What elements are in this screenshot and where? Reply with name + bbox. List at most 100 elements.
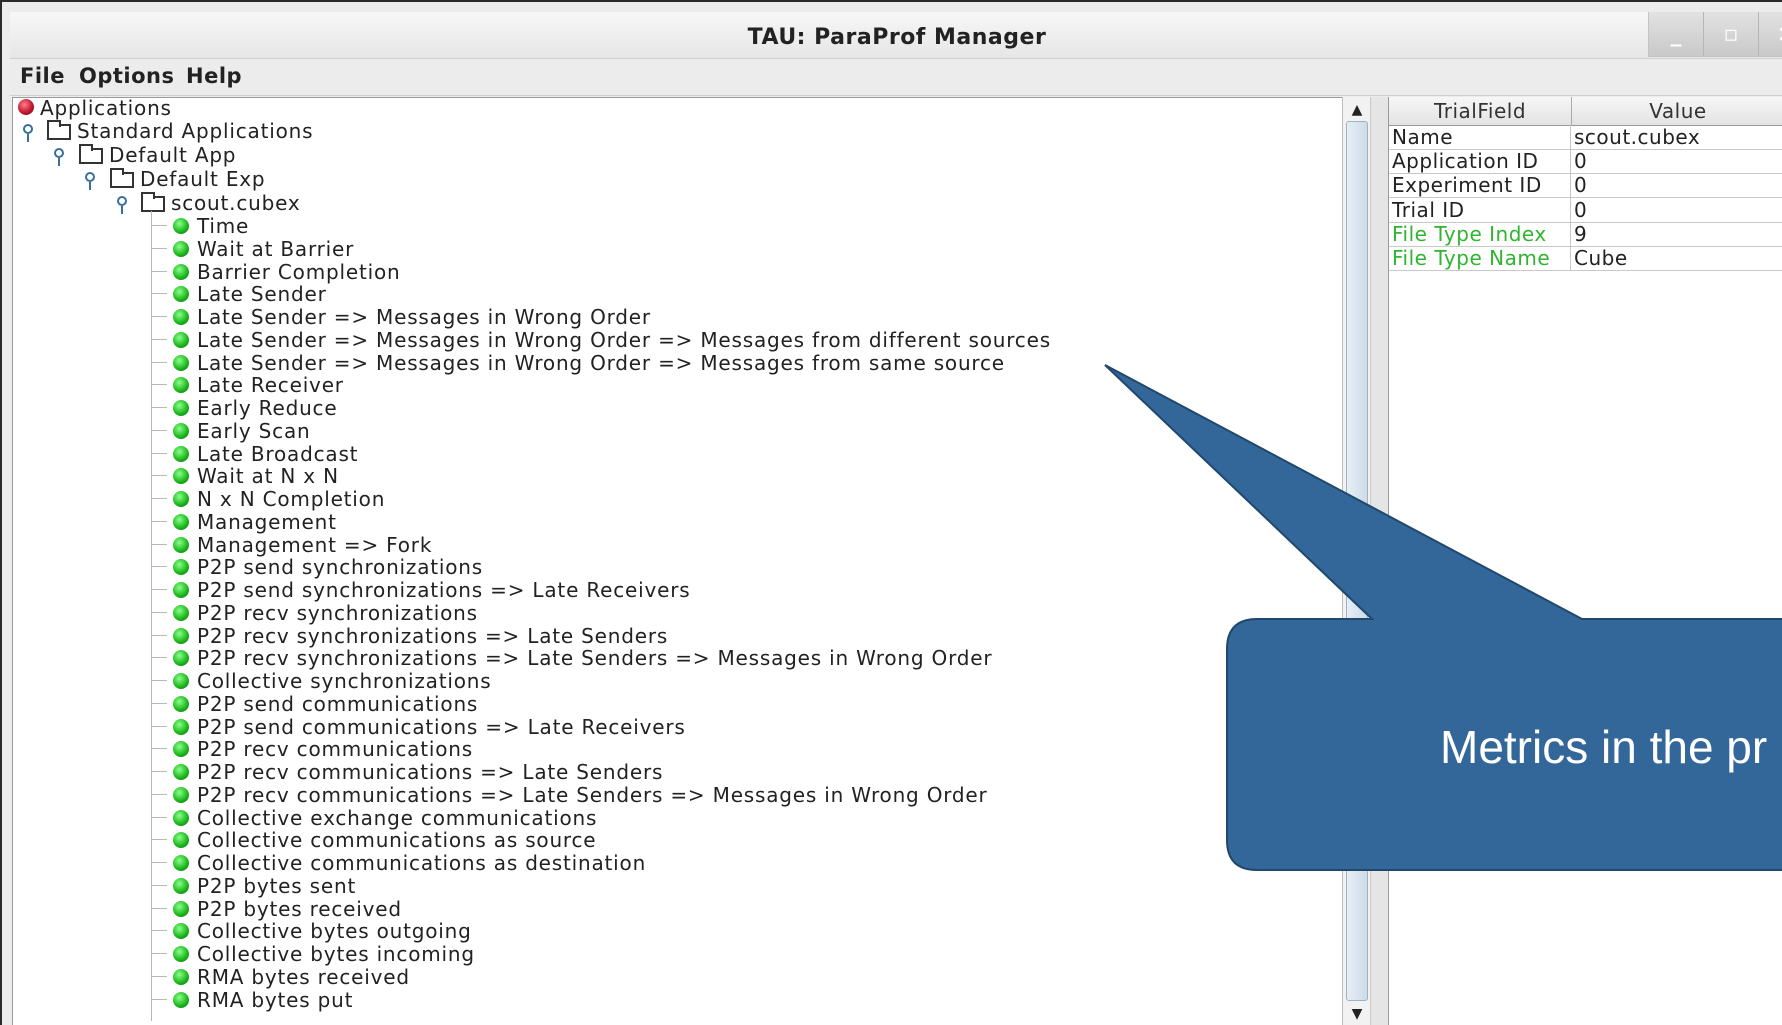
metric-icon: [173, 991, 189, 1008]
metric-icon: [173, 354, 189, 371]
folder-icon: [141, 192, 165, 212]
metric-icon: [173, 263, 189, 280]
tree-connector: [151, 725, 167, 727]
tree-connector: [151, 566, 167, 568]
value-cell[interactable]: 0: [1571, 198, 1782, 222]
menu-file[interactable]: File: [20, 64, 65, 88]
tree-connector: [151, 247, 167, 249]
trialfield-cell[interactable]: Application ID: [1389, 149, 1571, 174]
tree-connector: [151, 748, 167, 750]
tree-connector: [151, 211, 152, 1021]
metric-icon: [173, 377, 189, 394]
value-cell[interactable]: 0: [1571, 149, 1782, 173]
value-cell[interactable]: scout.cubex: [1571, 125, 1782, 149]
scroll-grip-icon: [1352, 562, 1364, 572]
metric-label: Early Scan: [197, 418, 311, 443]
metric-label: P2P send synchronizations: [197, 555, 483, 580]
column-header-value[interactable]: Value: [1571, 97, 1782, 125]
expand-toggle-icon[interactable]: [117, 196, 127, 214]
trialfield-cell[interactable]: File Type Index: [1389, 221, 1571, 246]
menu-help[interactable]: Help: [186, 64, 242, 88]
application-tree: Applications Standard Applications Defau…: [12, 97, 1344, 1025]
metric-icon: [173, 513, 189, 530]
column-header-trialfield[interactable]: TrialField: [1389, 97, 1572, 125]
metric-label: P2P send communications: [197, 691, 479, 716]
metric-label: P2P send synchronizations => Late Receiv…: [197, 578, 691, 602]
metric-label: Collective communications as source: [197, 828, 597, 853]
scroll-down-arrow-icon[interactable]: ▼: [1345, 1003, 1369, 1025]
table-row[interactable]: Name scout.cubex: [1389, 125, 1782, 150]
expand-toggle-icon[interactable]: [85, 172, 95, 190]
value-cell[interactable]: 0: [1571, 173, 1782, 197]
metric-label: Late Broadcast: [197, 441, 359, 466]
table-row[interactable]: File Type Name Cube: [1389, 246, 1782, 271]
metric-label: P2P send communications => Late Receiver…: [197, 714, 686, 739]
table-row[interactable]: Application ID 0: [1389, 149, 1782, 175]
table-header: TrialField Value: [1389, 97, 1782, 126]
tree-connector: [151, 975, 167, 977]
tree-connector: [151, 589, 167, 590]
metric-icon: [173, 218, 189, 234]
metric-icon: [173, 695, 189, 712]
menu-options[interactable]: Options: [79, 64, 175, 88]
tree-connector: [151, 543, 167, 545]
metric-icon: [173, 877, 189, 894]
metric-icon: [173, 718, 189, 735]
trialfield-cell[interactable]: Name: [1389, 125, 1571, 149]
tree-connector: [151, 611, 167, 613]
tree-scrollbar[interactable]: ▲ ▼: [1342, 97, 1371, 1025]
trial-fields-table: TrialField Value Name scout.cubex Applicat…: [1388, 97, 1782, 1025]
scrollbar-thumb[interactable]: [1346, 121, 1368, 1001]
tree-connector: [151, 816, 167, 818]
table-row[interactable]: File Type Index 9: [1389, 221, 1782, 247]
metric-label: P2P recv communications => Late Senders: [197, 760, 664, 784]
metric-icon: [173, 536, 189, 553]
metric-icon: [173, 900, 189, 917]
tree-connector: [151, 702, 167, 704]
expand-toggle-icon[interactable]: [23, 124, 33, 142]
value-cell[interactable]: 9: [1571, 222, 1782, 246]
close-button[interactable]: ×: [1759, 12, 1782, 56]
metric-label: P2P recv communications: [197, 737, 473, 762]
title-bar[interactable]: TAU: ParaProf Manager _ ▫ ×: [10, 12, 1782, 59]
metric-label: RMA bytes put: [197, 987, 354, 1012]
tree-node-label: Default App: [109, 143, 237, 167]
metric-icon: [173, 286, 189, 303]
metric-icon: [173, 764, 189, 780]
callout-text: Metrics in the pr: [1440, 721, 1768, 773]
window-controls: _ ▫ ×: [1648, 12, 1782, 57]
scroll-up-arrow-icon[interactable]: ▲: [1345, 99, 1369, 121]
minimize-button[interactable]: _: [1649, 12, 1704, 56]
metric-icon: [173, 400, 189, 416]
tree-connector: [151, 270, 167, 272]
metric-label: Late Sender => Messages in Wrong Order =…: [197, 327, 1051, 352]
metric-label: Late Sender => Messages in Wrong Order =…: [197, 350, 1005, 375]
folder-icon: [110, 168, 134, 188]
menu-bar: File Options Help: [10, 59, 1782, 96]
trialfield-cell[interactable]: File Type Name: [1389, 246, 1571, 270]
trialfield-cell[interactable]: Trial ID: [1389, 197, 1571, 222]
metric-icon: [173, 331, 189, 348]
tree-connector: [151, 771, 167, 772]
table-row[interactable]: Experiment ID 0: [1389, 173, 1782, 199]
tree-connector: [151, 907, 167, 909]
metric-icon: [173, 673, 189, 689]
folder-icon: [47, 120, 71, 140]
tree-connector: [151, 793, 167, 795]
metric-icon: [173, 832, 189, 849]
tree-connector: [151, 953, 167, 954]
tree-connector: [151, 361, 167, 363]
metric-icon: [173, 445, 189, 462]
metric-label: Early Reduce: [197, 396, 338, 420]
trialfield-cell[interactable]: Experiment ID: [1389, 173, 1571, 198]
tree-connector: [151, 498, 167, 499]
maximize-button[interactable]: ▫: [1704, 12, 1759, 56]
expand-toggle-icon[interactable]: [54, 148, 64, 166]
metric-icon: [173, 559, 189, 576]
pane-splitter[interactable]: [1370, 97, 1390, 1025]
tree-node-label: Default Exp: [140, 167, 266, 191]
table-row[interactable]: Trial ID 0: [1389, 197, 1782, 223]
value-cell[interactable]: Cube: [1571, 246, 1782, 270]
folder-icon: [79, 144, 103, 164]
tree-node-label: Standard Applications: [77, 119, 314, 143]
